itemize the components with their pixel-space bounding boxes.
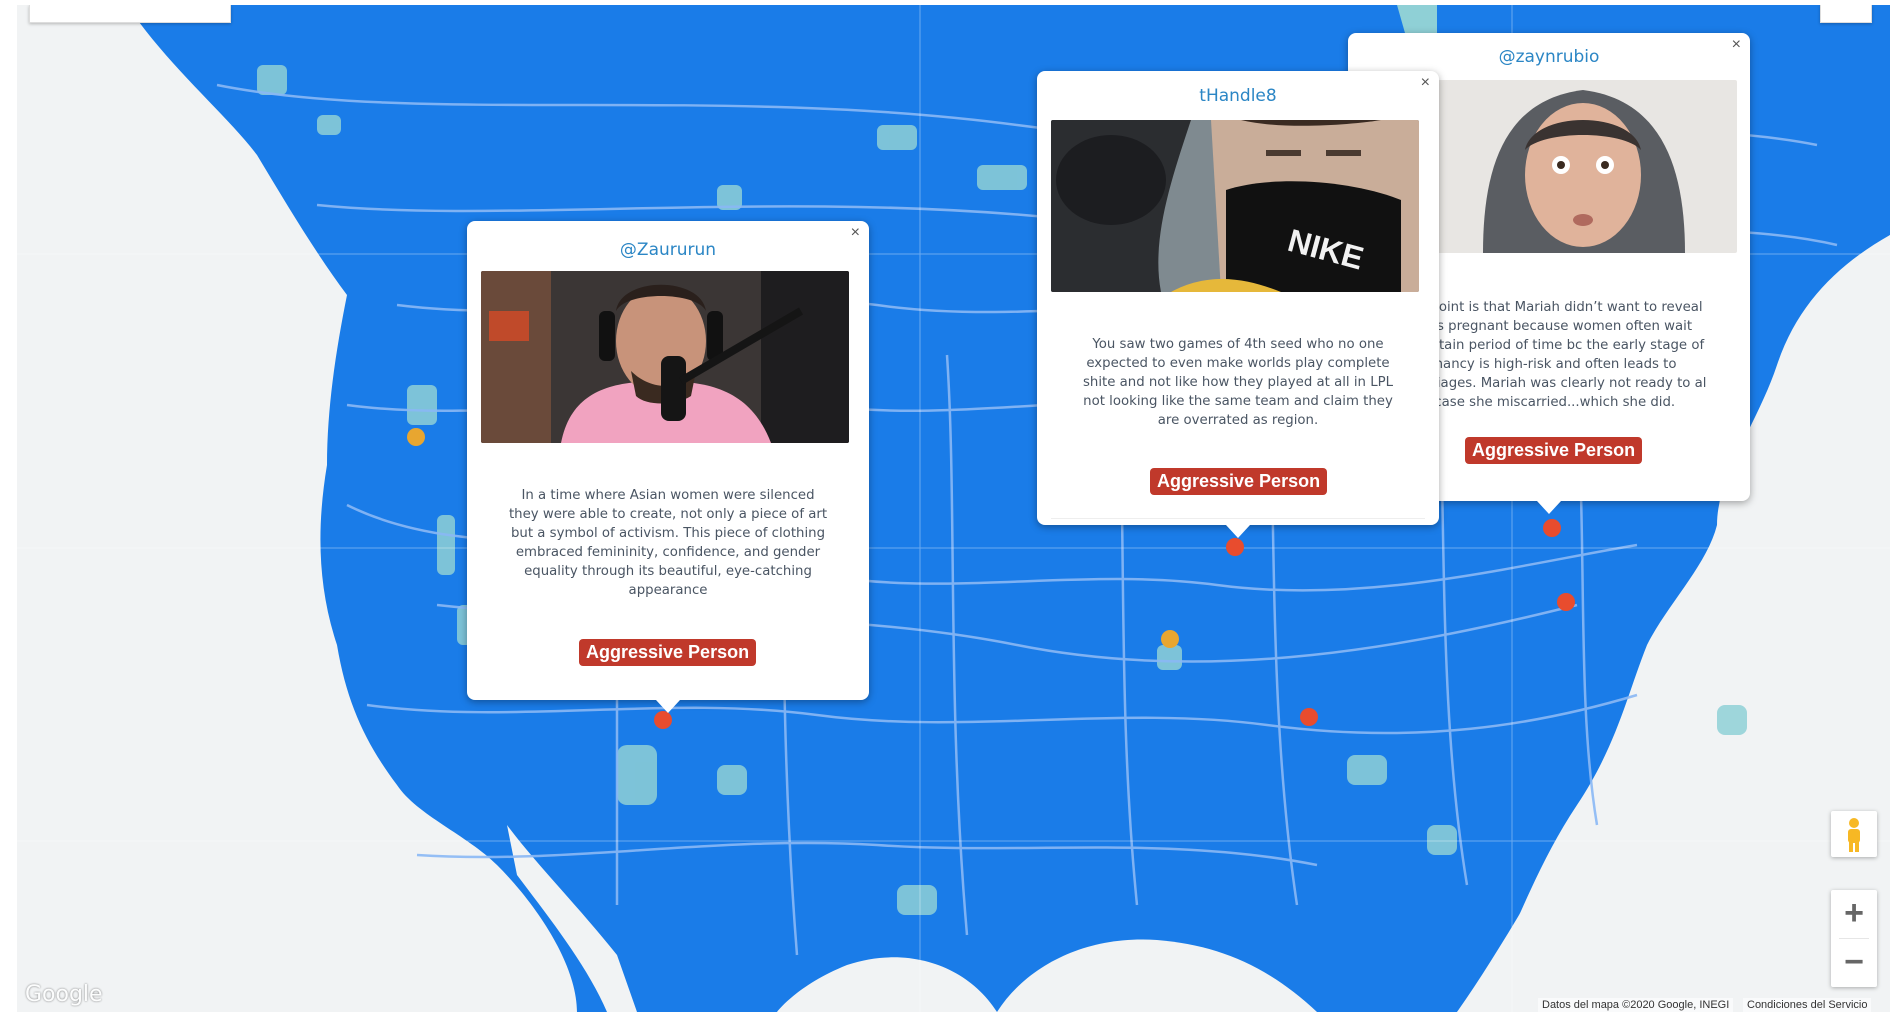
map-type-control[interactable]: [29, 5, 231, 23]
map-marker-red[interactable]: [1300, 708, 1318, 726]
map-marker-red[interactable]: [654, 711, 672, 729]
map-marker-yellow[interactable]: [407, 428, 425, 446]
pegman-icon: [1848, 818, 1860, 852]
zoom-control: + −: [1831, 890, 1877, 987]
google-logo[interactable]: Google: [25, 982, 103, 1007]
zoom-in-button[interactable]: +: [1831, 890, 1877, 938]
popup-handle[interactable]: tHandle8: [1037, 86, 1439, 106]
map-marker-yellow[interactable]: [1161, 630, 1179, 648]
tweet-popup-thandle8: × tHandle8 NIKE You saw two games of 4th…: [1037, 71, 1439, 538]
aggressive-person-tag: Aggressive Person: [579, 639, 757, 666]
popup-caption: In a time where Asian women were silence…: [508, 488, 828, 598]
aggressive-person-tag: Aggressive Person: [1150, 468, 1328, 495]
popup-handle[interactable]: @zaynrubio: [1348, 47, 1750, 67]
man-with-headphones-photo: [481, 271, 849, 443]
map-attribution: Datos del mapa ©2020 Google, INEGI: [1538, 998, 1734, 1012]
popup-divider: [1051, 518, 1425, 519]
map-canvas[interactable]: × @zaynrubio e point is that Mariah didn…: [17, 5, 1890, 1012]
popup-handle[interactable]: @Zaururun: [467, 240, 869, 260]
map-marker-red[interactable]: [1543, 519, 1561, 537]
map-marker-red[interactable]: [1557, 593, 1575, 611]
map-marker-red[interactable]: [1226, 538, 1244, 556]
close-icon[interactable]: ×: [851, 225, 860, 241]
aggressive-person-tag: Aggressive Person: [1465, 437, 1643, 464]
zoom-out-button[interactable]: −: [1831, 939, 1877, 987]
terms-link[interactable]: Condiciones del Servicio: [1743, 998, 1872, 1012]
popup-caption: e point is that Mariah didn’t want to re…: [1418, 300, 1707, 410]
man-in-hoodie-photo: [1423, 80, 1737, 253]
man-in-mask-photo: NIKE: [1051, 120, 1419, 292]
tweet-popup-zaururun: × @Zaururun In a time where Asian women …: [467, 221, 869, 713]
popup-caption: You saw two games of 4th seed who no one…: [1082, 337, 1394, 428]
fullscreen-control[interactable]: [1820, 5, 1872, 23]
street-view-pegman-button[interactable]: [1831, 811, 1877, 857]
